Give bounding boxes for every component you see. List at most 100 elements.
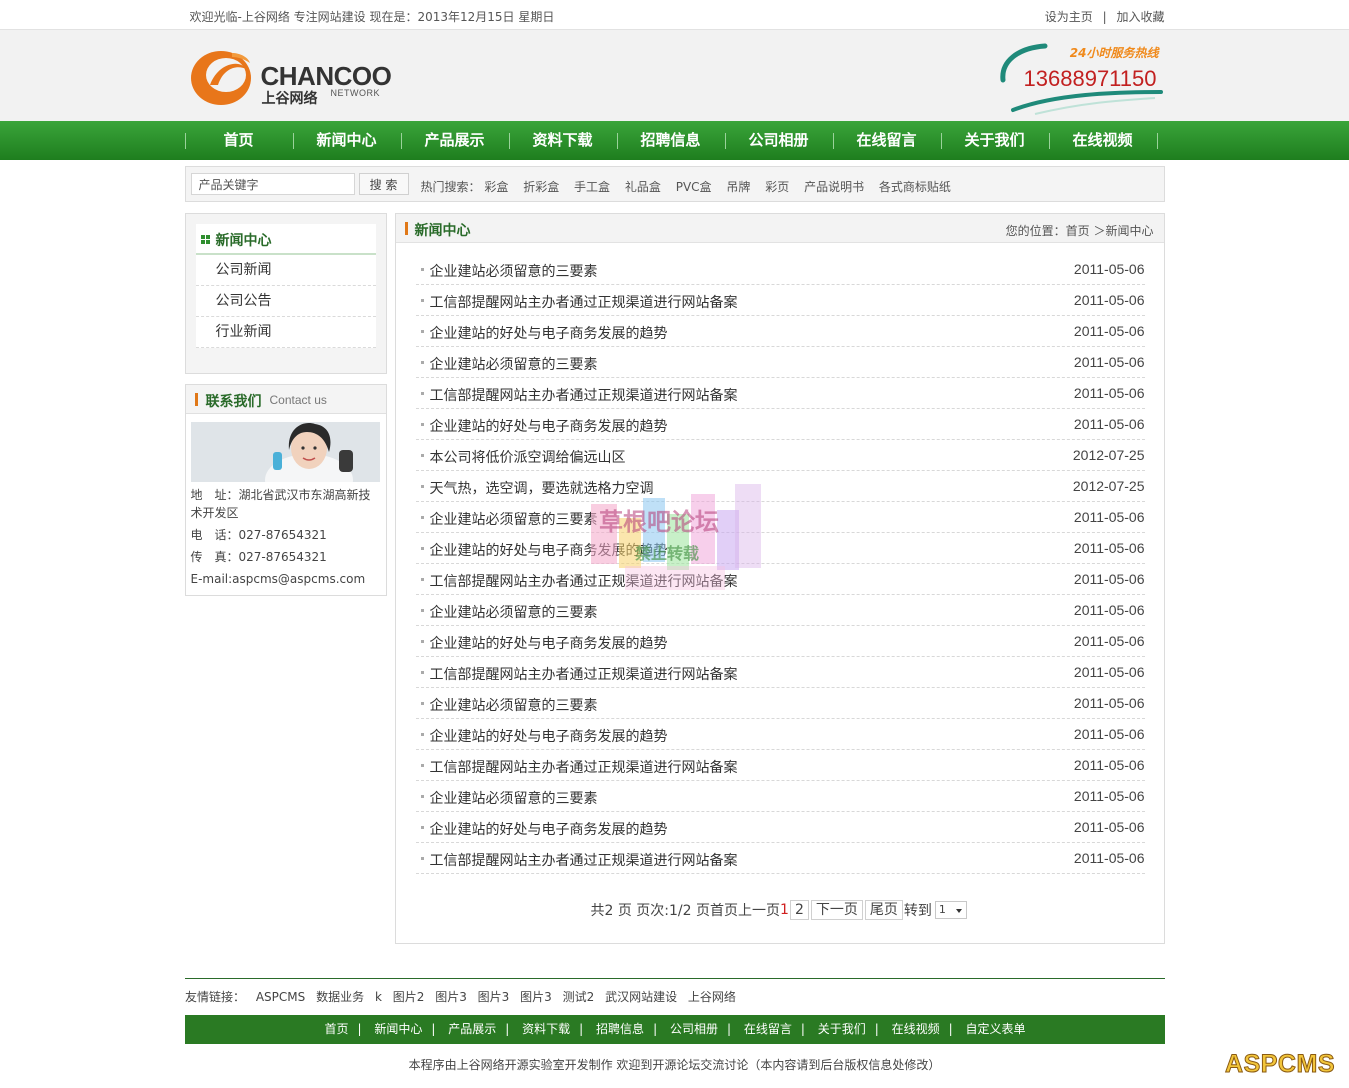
nav-item-about[interactable]: 关于我们 bbox=[940, 121, 1049, 160]
pager-summary[interactable]: 共2 页 页次:1/2 页首页上一页 bbox=[591, 900, 781, 920]
article-title[interactable]: 工信部提醒网站主办者通过正规渠道进行网站备案 bbox=[430, 664, 738, 684]
article-date: 2011-05-06 bbox=[1073, 757, 1145, 773]
hot-keyword[interactable]: 手工盒 bbox=[574, 180, 610, 194]
friend-link[interactable]: 图片3 bbox=[435, 990, 467, 1004]
article-row[interactable]: 企业建站的好处与电子商务发展的趋势 2011-05-06 bbox=[415, 316, 1145, 347]
breadcrumb[interactable]: 您的位置：首页 ＞新闻中心 bbox=[1006, 222, 1154, 239]
friend-link[interactable]: 图片2 bbox=[393, 990, 425, 1004]
article-row[interactable]: 企业建站必须留意的三要素 2011-05-06 bbox=[415, 781, 1145, 812]
hot-keyword[interactable]: 折彩盒 bbox=[523, 180, 559, 194]
hot-keyword[interactable]: 产品说明书 bbox=[804, 180, 864, 194]
chancoo-logo-icon[interactable] bbox=[188, 45, 256, 107]
friend-link[interactable]: k bbox=[375, 990, 382, 1004]
article-title[interactable]: 天气热，选空调，要选就选格力空调 bbox=[430, 478, 654, 498]
article-title[interactable]: 工信部提醒网站主办者通过正规渠道进行网站备案 bbox=[430, 292, 738, 312]
article-title[interactable]: 企业建站的好处与电子商务发展的趋势 bbox=[430, 819, 668, 839]
article-title[interactable]: 本公司将低价派空调给偏远山区 bbox=[430, 447, 626, 467]
friend-link[interactable]: ASPCMS bbox=[256, 990, 305, 1004]
article-row[interactable]: 工信部提醒网站主办者通过正规渠道进行网站备案 2011-05-06 bbox=[415, 750, 1145, 781]
footer-nav-separator: | bbox=[431, 1022, 436, 1036]
article-row[interactable]: 工信部提醒网站主办者通过正规渠道进行网站备案 2011-05-06 bbox=[415, 285, 1145, 316]
sidebar-item-company-news[interactable]: 公司新闻 bbox=[195, 255, 376, 286]
hot-keyword[interactable]: PVC盒 bbox=[676, 180, 712, 194]
pager-page-select[interactable]: 1 bbox=[934, 901, 967, 919]
footer-nav-album[interactable]: 公司相册 bbox=[670, 1022, 718, 1036]
article-row[interactable]: 企业建站的好处与电子商务发展的趋势 2011-05-06 bbox=[415, 719, 1145, 750]
article-row[interactable]: 企业建站必须留意的三要素 2011-05-06 bbox=[415, 502, 1145, 533]
sidebar-item-industry-news[interactable]: 行业新闻 bbox=[195, 317, 376, 348]
hot-keyword[interactable]: 各式商标贴纸 bbox=[879, 180, 951, 194]
hot-keyword[interactable]: 彩盒 bbox=[484, 180, 508, 194]
article-row[interactable]: 本公司将低价派空调给偏远山区 2012-07-25 bbox=[415, 440, 1145, 471]
nav-item-guestbook[interactable]: 在线留言 bbox=[832, 121, 941, 160]
footer-nav-custom-form[interactable]: 自定义表单 bbox=[966, 1022, 1026, 1036]
footer-nav-guestbook[interactable]: 在线留言 bbox=[744, 1022, 792, 1036]
footer-nav-products[interactable]: 产品展示 bbox=[448, 1022, 496, 1036]
pager-next[interactable]: 下一页 bbox=[810, 900, 863, 920]
article-title[interactable]: 企业建站的好处与电子商务发展的趋势 bbox=[430, 540, 668, 560]
pager-last[interactable]: 尾页 bbox=[864, 900, 903, 920]
article-title[interactable]: 企业建站必须留意的三要素 bbox=[430, 602, 598, 622]
footer-nav-video[interactable]: 在线视频 bbox=[892, 1022, 940, 1036]
set-home-link[interactable]: 设为主页 bbox=[1045, 10, 1093, 24]
footer-nav-jobs[interactable]: 招聘信息 bbox=[596, 1022, 644, 1036]
hot-keyword[interactable]: 吊牌 bbox=[726, 180, 750, 194]
top-links: 设为主页 | 加入收藏 bbox=[1039, 8, 1165, 25]
nav-item-home[interactable]: 首页 bbox=[184, 121, 293, 160]
article-title[interactable]: 工信部提醒网站主办者通过正规渠道进行网站备案 bbox=[430, 571, 738, 591]
article-title[interactable]: 企业建站必须留意的三要素 bbox=[430, 354, 598, 374]
pager-select-value: 1 bbox=[938, 903, 946, 916]
nav-item-album[interactable]: 公司相册 bbox=[724, 121, 833, 160]
article-row[interactable]: 工信部提醒网站主办者通过正规渠道进行网站备案 2011-05-06 bbox=[415, 564, 1145, 595]
article-row[interactable]: 企业建站的好处与电子商务发展的趋势 2011-05-06 bbox=[415, 533, 1145, 564]
article-row[interactable]: 工信部提醒网站主办者通过正规渠道进行网站备案 2011-05-06 bbox=[415, 843, 1145, 874]
contact-email[interactable]: E-mail:aspcms@aspcms.com bbox=[191, 570, 381, 588]
search-button[interactable]: 搜 索 bbox=[358, 173, 409, 195]
article-title[interactable]: 企业建站必须留意的三要素 bbox=[430, 788, 598, 808]
article-row[interactable]: 企业建站的好处与电子商务发展的趋势 2011-05-06 bbox=[415, 626, 1145, 657]
nav-item-video[interactable]: 在线视频 bbox=[1048, 121, 1157, 160]
hot-keyword[interactable]: 彩页 bbox=[765, 180, 789, 194]
article-row[interactable]: 工信部提醒网站主办者通过正规渠道进行网站备案 2011-05-06 bbox=[415, 657, 1145, 688]
friend-link[interactable]: 数据业务 bbox=[316, 990, 364, 1004]
friend-link[interactable]: 图片3 bbox=[478, 990, 510, 1004]
article-title[interactable]: 企业建站必须留意的三要素 bbox=[430, 261, 598, 281]
search-input[interactable] bbox=[190, 173, 355, 195]
article-row[interactable]: 工信部提醒网站主办者通过正规渠道进行网站备案 2011-05-06 bbox=[415, 378, 1145, 409]
orange-bar-icon bbox=[194, 393, 198, 406]
pager-page-2[interactable]: 2 bbox=[789, 900, 809, 920]
article-row[interactable]: 企业建站的好处与电子商务发展的趋势 2011-05-06 bbox=[415, 812, 1145, 843]
article-row[interactable]: 天气热，选空调，要选就选格力空调 2012-07-25 bbox=[415, 471, 1145, 502]
article-title[interactable]: 企业建站必须留意的三要素 bbox=[430, 695, 598, 715]
footer-nav-downloads[interactable]: 资料下载 bbox=[522, 1022, 570, 1036]
article-row[interactable]: 企业建站的好处与电子商务发展的趋势 2011-05-06 bbox=[415, 409, 1145, 440]
article-row[interactable]: 企业建站必须留意的三要素 2011-05-06 bbox=[415, 254, 1145, 285]
nav-item-products[interactable]: 产品展示 bbox=[400, 121, 509, 160]
article-row[interactable]: 企业建站必须留意的三要素 2011-05-06 bbox=[415, 688, 1145, 719]
friend-link[interactable]: 测试2 bbox=[563, 990, 595, 1004]
article-title[interactable]: 企业建站必须留意的三要素 bbox=[430, 509, 598, 529]
main-area: 新闻中心 公司新闻 公司公告 行业新闻 联系我们 Contact us 地 址：… bbox=[184, 213, 1165, 944]
nav-item-downloads[interactable]: 资料下载 bbox=[508, 121, 617, 160]
article-title[interactable]: 企业建站的好处与电子商务发展的趋势 bbox=[430, 416, 668, 436]
hot-keyword[interactable]: 礼品盒 bbox=[625, 180, 661, 194]
article-title[interactable]: 企业建站的好处与电子商务发展的趋势 bbox=[430, 633, 668, 653]
footer-nav-home[interactable]: 首页 bbox=[324, 1022, 348, 1036]
friend-link[interactable]: 图片3 bbox=[520, 990, 552, 1004]
friend-link[interactable]: 武汉网站建设 bbox=[605, 990, 677, 1004]
add-favorite-link[interactable]: 加入收藏 bbox=[1116, 10, 1164, 24]
article-title[interactable]: 工信部提醒网站主办者通过正规渠道进行网站备案 bbox=[430, 850, 738, 870]
article-row[interactable]: 企业建站必须留意的三要素 2011-05-06 bbox=[415, 595, 1145, 626]
nav-item-news[interactable]: 新闻中心 bbox=[292, 121, 401, 160]
sidebar-item-announcements[interactable]: 公司公告 bbox=[195, 286, 376, 317]
footer-nav-news[interactable]: 新闻中心 bbox=[374, 1022, 422, 1036]
bullet-dot-icon bbox=[420, 702, 424, 705]
article-title[interactable]: 工信部提醒网站主办者通过正规渠道进行网站备案 bbox=[430, 385, 738, 405]
footer-nav-about[interactable]: 关于我们 bbox=[818, 1022, 866, 1036]
article-row[interactable]: 企业建站必须留意的三要素 2011-05-06 bbox=[415, 347, 1145, 378]
article-title[interactable]: 企业建站的好处与电子商务发展的趋势 bbox=[430, 726, 668, 746]
friend-link[interactable]: 上谷网络 bbox=[688, 990, 736, 1004]
article-title[interactable]: 工信部提醒网站主办者通过正规渠道进行网站备案 bbox=[430, 757, 738, 777]
nav-item-jobs[interactable]: 招聘信息 bbox=[616, 121, 725, 160]
article-title[interactable]: 企业建站的好处与电子商务发展的趋势 bbox=[430, 323, 668, 343]
